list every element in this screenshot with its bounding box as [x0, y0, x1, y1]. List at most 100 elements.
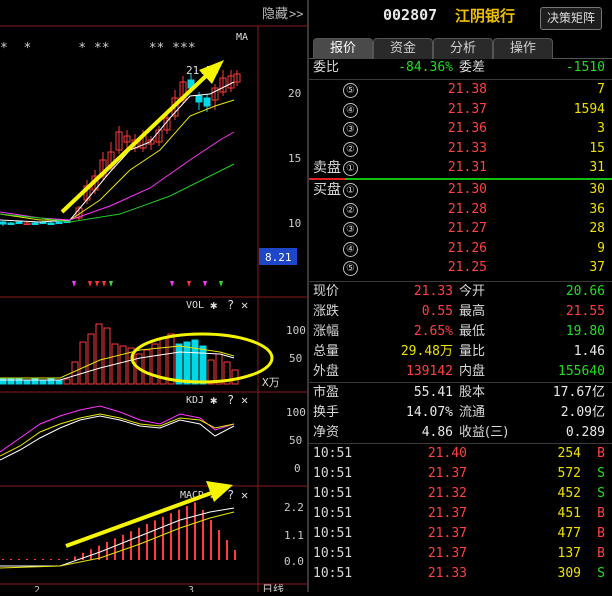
buy-price: 21.28: [447, 202, 487, 217]
volume-bar: [0, 377, 7, 385]
fundamental-label: 流通: [459, 405, 486, 420]
macd-close-icon[interactable]: ✕: [241, 488, 248, 502]
macd-help-icon[interactable]: ?: [227, 488, 234, 502]
current-price-badge: 8.21: [265, 251, 292, 264]
sell-side-label: 卖盘: [313, 160, 341, 176]
tick-volume: 477: [557, 526, 581, 541]
buy-level-row[interactable]: ③ 21.27 28: [309, 219, 612, 239]
sell-price: 21.37: [447, 102, 487, 117]
decision-matrix-button[interactable]: 决策矩阵: [540, 7, 602, 30]
buy-level-row[interactable]: ⑤ 21.25 37: [309, 258, 612, 278]
tick-row[interactable]: 10:51 21.37 477 B: [309, 524, 612, 544]
buy-level-number: ①: [343, 183, 358, 198]
kdj-axis-50: 50: [289, 434, 302, 447]
tick-time: 10:51: [313, 526, 353, 541]
quote-label: 量比: [459, 344, 486, 359]
candle-body: [31, 222, 39, 225]
wc-value: -1510: [565, 60, 605, 75]
buy-level-row[interactable]: ② 21.28 36: [309, 200, 612, 220]
ma-label: MA: [236, 32, 248, 43]
kdj-settings-icon[interactable]: ✱: [210, 393, 217, 407]
buy-level-row[interactable]: ④ 21.26 9: [309, 239, 612, 259]
tab-operations[interactable]: 操作: [493, 38, 553, 59]
kline-chart[interactable]: 隐藏 >> MA * * * ** ** *** 20 15 10 8.21 2…: [0, 0, 308, 596]
sell-level-row[interactable]: 卖盘 ① 21.31 31: [309, 158, 612, 178]
volume-bar: [39, 379, 47, 385]
vol-close-icon[interactable]: ✕: [241, 298, 248, 312]
sell-volume: 1594: [573, 102, 605, 117]
orderbook-divider-green: [345, 178, 612, 180]
tick-row[interactable]: 10:51 21.37 572 S: [309, 464, 612, 484]
vol-help-icon[interactable]: ?: [227, 298, 234, 312]
vol-settings-icon[interactable]: ✱: [210, 298, 217, 312]
candle-body: [7, 222, 15, 225]
tick-row[interactable]: 10:51 21.40 254 B: [309, 444, 612, 464]
date-label-3: 3: [188, 585, 194, 592]
kdj-axis-100: 100: [286, 406, 306, 419]
tick-price: 21.32: [427, 486, 467, 501]
tick-row[interactable]: 10:51 21.37 451 B: [309, 504, 612, 524]
order-ratio-row: 委比 -84.36% 委差 -1510: [309, 58, 612, 78]
candle-body: [55, 221, 63, 224]
wb-value: -84.36%: [398, 60, 453, 75]
tick-volume: 451: [557, 506, 581, 521]
volume-bar: [191, 339, 199, 385]
quote-row: 外盘 139142 内盘 155640: [309, 362, 612, 382]
orderbook-divider-red: [309, 178, 345, 180]
sell-level-number: ②: [343, 142, 358, 157]
kdj-close-icon[interactable]: ✕: [241, 393, 248, 407]
quote-value: 139142: [406, 364, 453, 379]
quote-label: 内盘: [459, 364, 486, 379]
buy-level-number: ④: [343, 242, 358, 257]
vol-axis-50: 50: [289, 352, 302, 365]
sell-level-number: ③: [343, 122, 358, 137]
tick-price: 21.37: [427, 466, 467, 481]
sell-level-row[interactable]: ③ 21.36 3: [309, 119, 612, 139]
candle-body: [0, 221, 7, 225]
quote-value: 155640: [558, 364, 605, 379]
quote-row: 总量 29.48万 量比 1.46: [309, 342, 612, 362]
tick-side: B: [597, 446, 605, 461]
tab-quote[interactable]: 报价: [313, 38, 373, 59]
quote-header: 002807 江阴银行 决策矩阵: [309, 0, 612, 34]
sell-level-row[interactable]: ② 21.33 15: [309, 139, 612, 159]
quote-label: 今开: [459, 284, 486, 299]
hide-panel-link[interactable]: 隐藏: [262, 7, 288, 22]
tick-row[interactable]: 10:51 21.33 309 S: [309, 564, 612, 584]
fundamental-label: 换手: [313, 405, 340, 420]
chart-panel[interactable]: 隐藏 >> MA * * * ** ** *** 20 15 10 8.21 2…: [0, 0, 308, 596]
quote-value: 1.46: [573, 344, 605, 359]
candle-body: [203, 97, 211, 107]
quote-tabs: 报价 资金 分析 操作: [309, 36, 612, 59]
buy-level-row[interactable]: 买盘 ① 21.30 30: [309, 180, 612, 200]
quote-value: 29.48万: [400, 344, 453, 359]
buy-price: 21.25: [447, 260, 487, 275]
fundamental-value: 55.41: [413, 385, 453, 400]
wb-label: 委比: [313, 60, 340, 75]
tick-row[interactable]: 10:51 21.32 452 S: [309, 484, 612, 504]
tick-volume: 572: [557, 466, 581, 481]
candle-body: [195, 95, 203, 103]
quote-value: 21.33: [413, 284, 453, 299]
sell-price: 21.33: [447, 141, 487, 156]
tick-row[interactable]: 10:51 21.37 137 B: [309, 544, 612, 564]
period-label[interactable]: 日线: [262, 582, 284, 596]
macd-axis-1-1: 1.1: [284, 529, 304, 542]
sell-level-row[interactable]: ④ 21.37 1594: [309, 100, 612, 120]
quote-value: 2.65%: [413, 324, 453, 339]
kdj-help-icon[interactable]: ?: [227, 393, 234, 407]
volume-bar: [199, 345, 207, 385]
kdj-panel-title: KDJ: [186, 395, 204, 406]
sell-price: 21.38: [447, 82, 487, 97]
volume-bar: [23, 379, 31, 385]
sell-level-row[interactable]: ⑤ 21.38 7: [309, 80, 612, 100]
wc-label: 委差: [459, 60, 486, 75]
fundamental-value: 0.289: [565, 425, 605, 440]
fundamental-value: 4.86: [421, 425, 453, 440]
sell-price: 21.31: [447, 160, 487, 175]
tab-funds[interactable]: 资金: [373, 38, 433, 59]
candle-body: [47, 222, 55, 225]
tab-analysis[interactable]: 分析: [433, 38, 493, 59]
double-chevron-right-icon[interactable]: >>: [289, 7, 303, 21]
quote-label: 涨跌: [313, 304, 340, 319]
